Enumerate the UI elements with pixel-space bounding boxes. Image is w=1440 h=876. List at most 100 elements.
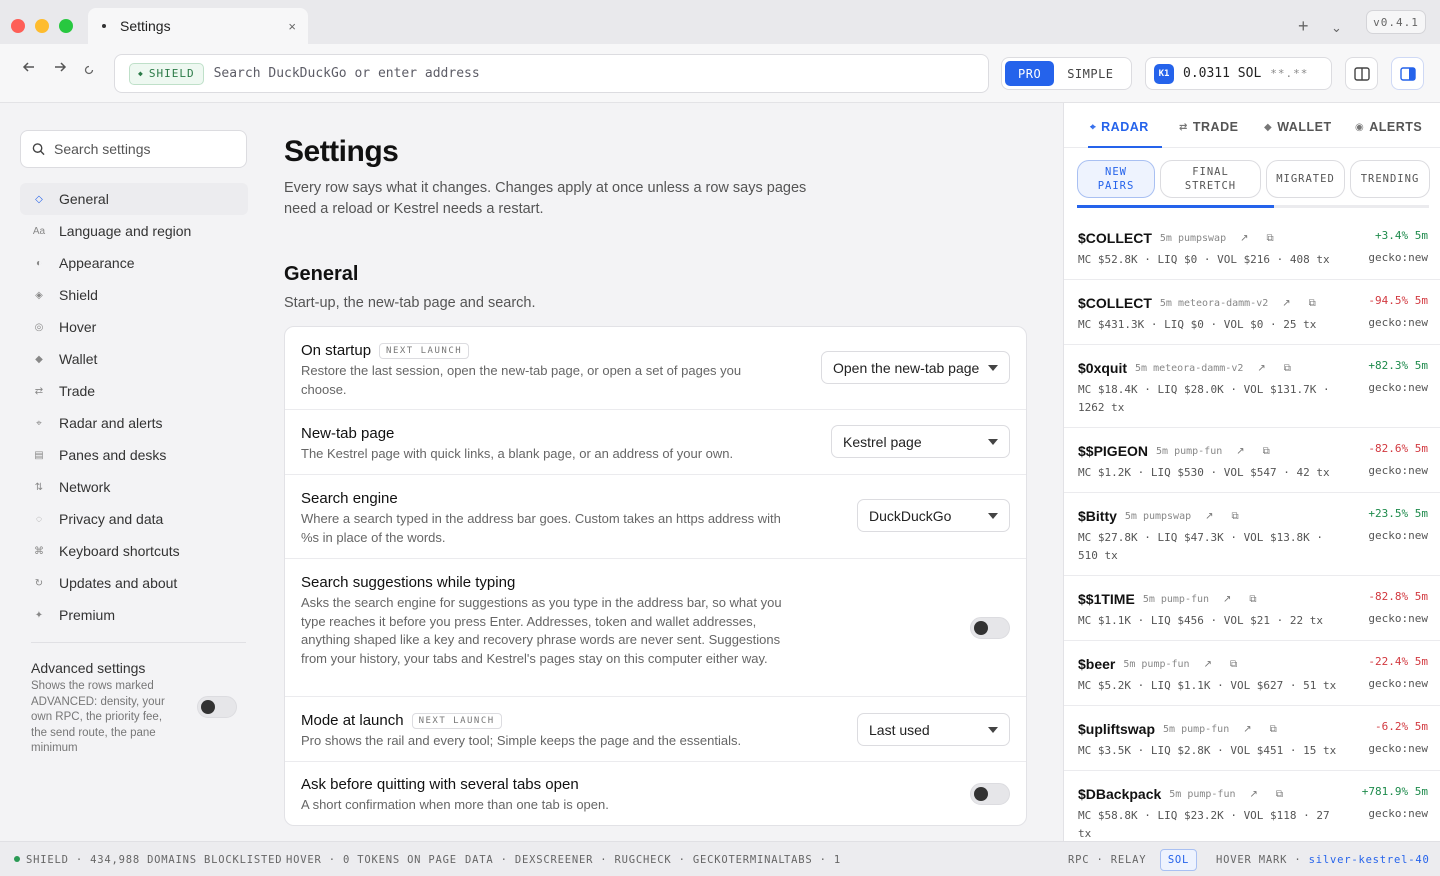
token-list: $COLLECT 5m pumpswap ↗ ⧉ +3.4% 5m MC $52.8K · … (1064, 215, 1440, 841)
wallet-balance[interactable]: K1 0.0311 SOL **.** (1145, 57, 1332, 90)
external-link-icon[interactable]: ↗ (1223, 594, 1231, 605)
copy-icon[interactable]: ⧉ (1276, 789, 1283, 800)
status-data-sources[interactable]: DATA · DEXSCREENER · RUGCHECK · GECKOTER… (465, 854, 785, 866)
token-row[interactable]: $0xquit 5m meteora-damm-v2 ↗ ⧉ +82.3% 5m MC $1… (1064, 345, 1440, 428)
token-row[interactable]: $$1TIME 5m pump-fun ↗ ⧉ -82.8% 5m MC $1.1K · L… (1064, 576, 1440, 641)
external-link-icon[interactable]: ↗ (1204, 659, 1212, 670)
sidebar-item-general[interactable]: ◇ General (20, 183, 248, 215)
status-hover-mark[interactable]: HOVER MARK · silver-kestrel-40 (1216, 854, 1430, 866)
search-engine-select[interactable]: DuckDuckGo (857, 499, 1010, 532)
split-view-button[interactable] (1345, 57, 1378, 90)
external-link-icon[interactable]: ↗ (1243, 724, 1251, 735)
copy-icon[interactable]: ⧉ (1263, 446, 1270, 457)
sidebar-item-trade[interactable]: ⇄ Trade (20, 375, 248, 407)
chevron-down-icon (988, 726, 998, 733)
sidebar-item-shortcuts[interactable]: ⌘ Keyboard shortcuts (20, 535, 248, 567)
minimize-window-button[interactable] (35, 19, 49, 33)
mode-toggle[interactable]: PRO SIMPLE (1001, 57, 1132, 90)
maximize-window-button[interactable] (59, 19, 73, 33)
mode-at-launch-select[interactable]: Last used (857, 713, 1010, 746)
token-row[interactable]: $upliftswap 5m pump-fun ↗ ⧉ -6.2% 5m MC $3.5K … (1064, 706, 1440, 771)
sidebar-item-updates[interactable]: ↻ Updates and about (20, 567, 248, 599)
tab-alerts[interactable]: ◉ ALERTS (1355, 120, 1422, 134)
new-tab-button[interactable]: + (1298, 16, 1309, 37)
hover-mark-value: silver-kestrel-40 (1308, 854, 1430, 866)
shield-badge[interactable]: ◆ SHIELD (129, 62, 204, 85)
advanced-settings-description: Shows the rows marked ADVANCED: density,… (31, 680, 165, 754)
sidebar-item-label: Network (59, 479, 111, 495)
token-row[interactable]: $COLLECT 5m pumpswap ↗ ⧉ +3.4% 5m MC $52.8K · … (1064, 215, 1440, 280)
sidebar-item-radar[interactable]: ⌖ Radar and alerts (20, 407, 248, 439)
mode-simple-button[interactable]: SIMPLE (1054, 61, 1126, 86)
sidebar-item-network[interactable]: ⇅ Network (20, 471, 248, 503)
filter-progress-bar (1077, 205, 1429, 208)
token-change: -22.4% 5m (1368, 655, 1428, 668)
search-suggestions-toggle[interactable] (970, 617, 1010, 639)
browser-tab[interactable]: Settings × (88, 8, 308, 44)
settings-search-input[interactable] (54, 141, 235, 157)
status-chain-badge[interactable]: SOL (1160, 849, 1197, 871)
token-row[interactable]: $beer 5m pump-fun ↗ ⧉ -22.4% 5m MC $5.2K · LIQ… (1064, 641, 1440, 706)
setting-description: The Kestrel page with quick links, a bla… (301, 446, 734, 461)
tab-list-chevron-icon[interactable]: ⌄ (1331, 20, 1342, 36)
address-input[interactable] (213, 66, 974, 81)
external-link-icon[interactable]: ↗ (1257, 363, 1265, 374)
status-rpc[interactable]: RPC · RELAY (1068, 854, 1146, 866)
startup-select[interactable]: Open the new-tab page (821, 351, 1010, 384)
sidebar-item-language[interactable]: Aa Language and region (20, 215, 248, 247)
sidebar-item-shield[interactable]: ◈ Shield (20, 279, 248, 311)
token-age: 5m (1156, 445, 1169, 457)
tab-trade[interactable]: ⇄ TRADE (1179, 120, 1238, 134)
external-link-icon[interactable]: ↗ (1250, 789, 1258, 800)
sidebar-item-hover[interactable]: ◎ Hover (20, 311, 248, 343)
status-hover[interactable]: HOVER · 0 TOKENS ON PAGE (286, 854, 457, 866)
advanced-settings-toggle[interactable] (197, 696, 237, 718)
status-tabs[interactable]: TABS · 1 (784, 854, 841, 866)
tab-wallet[interactable]: ◆ WALLET (1264, 120, 1332, 134)
filter-label-1: NEW (1105, 166, 1127, 178)
external-link-icon[interactable]: ↗ (1240, 233, 1248, 244)
token-row[interactable]: $$PIGEON 5m pump-fun ↗ ⧉ -82.6% 5m MC $1.2K · … (1064, 428, 1440, 493)
filter-migrated[interactable]: MIGRATED (1266, 160, 1345, 198)
filter-new-pairs[interactable]: NEW PAIRS (1077, 160, 1155, 198)
token-age: 5m (1163, 723, 1176, 735)
external-link-icon[interactable]: ↗ (1205, 511, 1213, 522)
filter-final-stretch[interactable]: FINAL STRETCH (1160, 160, 1261, 198)
external-link-icon[interactable]: ↗ (1282, 298, 1290, 309)
token-row[interactable]: $COLLECT 5m meteora-damm-v2 ↗ ⧉ -94.5% 5m MC $… (1064, 280, 1440, 345)
copy-icon[interactable]: ⧉ (1270, 724, 1277, 735)
sidebar-item-appearance[interactable]: ◐ Appearance (20, 247, 248, 279)
token-row[interactable]: $DBackpack 5m pump-fun ↗ ⧉ +781.9% 5m MC $58.8… (1064, 771, 1440, 841)
token-age: 5m (1142, 593, 1155, 605)
address-bar[interactable]: ◆ SHIELD (114, 54, 989, 93)
copy-icon[interactable]: ⧉ (1249, 594, 1256, 605)
mode-pro-button[interactable]: PRO (1005, 61, 1055, 86)
copy-icon[interactable]: ⧉ (1230, 659, 1237, 670)
token-symbol: $COLLECT (1078, 295, 1152, 311)
external-link-icon[interactable]: ↗ (1236, 446, 1244, 457)
filter-trending[interactable]: TRENDING (1350, 160, 1430, 198)
new-tab-select[interactable]: Kestrel page (831, 425, 1010, 458)
toggle-rail-button[interactable] (1391, 57, 1424, 90)
copy-icon[interactable]: ⧉ (1232, 511, 1239, 522)
close-window-button[interactable] (11, 19, 25, 33)
token-stats: MC $5.2K · LIQ $1.1K · VOL $627 · 51 tx (1078, 679, 1337, 692)
token-row[interactable]: $Bitty 5m pumpswap ↗ ⧉ +23.5% 5m MC $27.8K · L… (1064, 493, 1440, 576)
copy-icon[interactable]: ⧉ (1267, 233, 1274, 244)
sidebar-item-privacy[interactable]: ◌ Privacy and data (20, 503, 248, 535)
tab-radar[interactable]: ⌖ RADAR (1090, 120, 1149, 134)
copy-icon[interactable]: ⧉ (1284, 363, 1291, 374)
forward-button[interactable] (50, 60, 70, 79)
tab-close-icon[interactable]: × (288, 19, 296, 34)
reload-button[interactable] (79, 64, 99, 78)
network-icon: ⇅ (34, 481, 44, 493)
tab-indicator-icon (102, 24, 106, 28)
sidebar-item-panes[interactable]: ▤ Panes and desks (20, 439, 248, 471)
copy-icon[interactable]: ⧉ (1309, 298, 1316, 309)
confirm-quit-toggle[interactable] (970, 783, 1010, 805)
back-button[interactable] (19, 60, 39, 79)
settings-search[interactable] (20, 130, 247, 168)
status-shield[interactable]: SHIELD · 434,988 DOMAINS BLOCKLISTED (14, 854, 282, 866)
sidebar-item-premium[interactable]: ✦ Premium (20, 599, 248, 631)
sidebar-item-wallet[interactable]: ◆ Wallet (20, 343, 248, 375)
